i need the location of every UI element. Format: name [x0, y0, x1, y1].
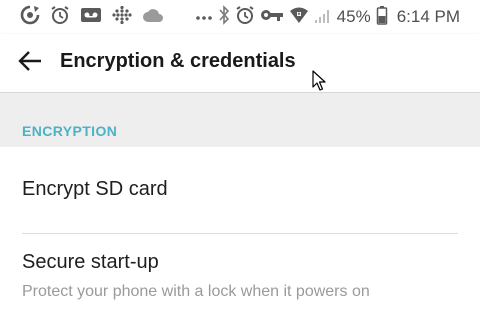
signal-icon	[314, 6, 332, 28]
battery-percent: 45%	[336, 7, 371, 26]
list-item-title: Encrypt SD card	[22, 178, 168, 200]
sync-icon	[20, 5, 40, 29]
list-item-title: Secure start-up	[22, 251, 159, 273]
alarm-icon	[50, 5, 70, 29]
more-dots-icon	[196, 9, 212, 25]
back-button[interactable]	[14, 48, 46, 78]
clock: 6:14 PM	[396, 7, 460, 26]
status-bar-left	[20, 5, 212, 29]
section-label: ENCRYPTION	[22, 123, 118, 139]
list-item-subtitle: Protect your phone with a lock when it p…	[22, 283, 370, 300]
voicemail-icon	[80, 6, 102, 28]
alarm-icon	[235, 5, 255, 29]
dots-grid-icon	[112, 5, 132, 29]
bluetooth-icon	[218, 5, 230, 29]
list-item-secure-start-up[interactable]: Secure start-up Protect your phone with …	[0, 234, 480, 322]
arrow-left-icon	[18, 50, 42, 77]
battery-icon	[376, 5, 388, 29]
cloud-icon	[142, 7, 164, 27]
section-header: ENCRYPTION	[0, 93, 480, 147]
app-bar: Encryption & credentials	[0, 34, 480, 93]
wifi-icon	[289, 6, 309, 28]
key-icon	[260, 8, 284, 26]
status-bar: 45% 6:14 PM	[0, 0, 480, 34]
status-bar-right: 45% 6:14 PM	[218, 5, 460, 29]
list-item-encrypt-sd-card[interactable]: Encrypt SD card	[0, 147, 480, 233]
page-title: Encryption & credentials	[60, 50, 296, 72]
